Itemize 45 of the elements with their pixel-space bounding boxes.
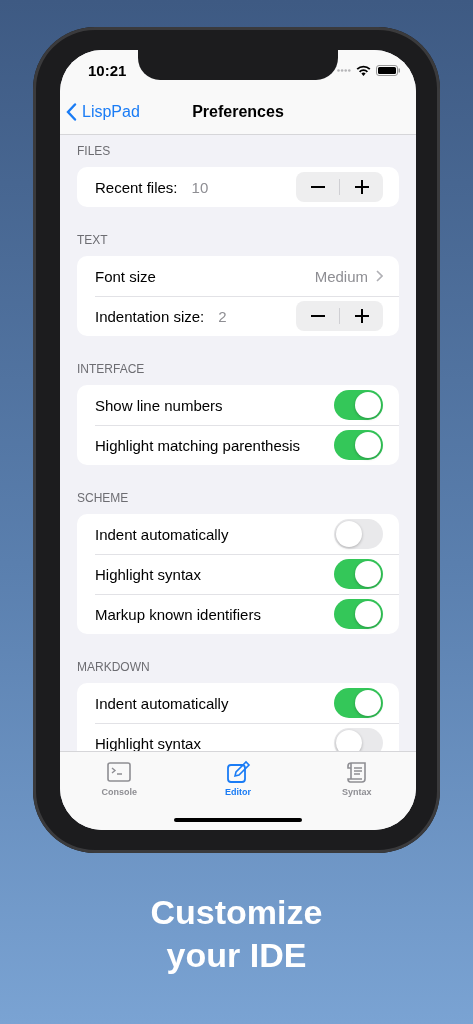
plus-icon — [354, 309, 369, 323]
setting-label: Indentation size: — [95, 307, 205, 325]
nav-title: Preferences — [192, 103, 284, 121]
plus-icon — [354, 180, 369, 194]
minus-icon — [310, 315, 325, 317]
back-button[interactable]: LispPad — [66, 103, 140, 121]
tab-item[interactable]: Editor — [178, 752, 298, 797]
toggle-switch[interactable] — [334, 688, 383, 718]
setting-value: 2 — [218, 307, 227, 325]
wifi-icon — [356, 64, 371, 76]
toggle-switch[interactable] — [334, 430, 383, 460]
toggle-switch[interactable] — [334, 559, 383, 589]
section-header: TEXT — [77, 233, 108, 247]
status-time: 10:21 — [88, 61, 127, 79]
setting-value: Medium — [314, 267, 368, 285]
setting-label: Highlight syntax — [95, 734, 201, 751]
back-chevron-icon — [66, 103, 77, 121]
settings-row[interactable]: Font size Medium — [77, 256, 399, 296]
setting-label: Highlight syntax — [95, 565, 201, 583]
tab-item[interactable]: Syntax — [297, 752, 416, 797]
toggle-switch[interactable] — [334, 599, 383, 629]
terminal-icon — [106, 760, 133, 784]
battery-icon — [376, 64, 400, 76]
chevron-icon — [376, 270, 383, 282]
setting-label: Font size — [95, 267, 156, 285]
signal-icon — [337, 68, 351, 72]
section-header: INTERFACE — [77, 362, 145, 376]
setting-label: Indent automatically — [95, 694, 229, 712]
setting-label: Recent files: — [95, 178, 178, 196]
tab-item[interactable]: Console — [60, 752, 179, 797]
caption-text: Customize — [150, 892, 323, 933]
setting-label: Show line numbers — [95, 396, 223, 414]
caption-text: your IDE — [166, 935, 307, 976]
toggle-switch[interactable] — [334, 519, 383, 549]
section-header: SCHEME — [77, 491, 129, 505]
toggle-switch[interactable] — [334, 728, 383, 751]
setting-value: 10 — [191, 178, 209, 196]
setting-label: Highlight matching parenthesis — [95, 436, 301, 454]
minus-icon — [310, 186, 325, 188]
setting-label: Markup known identifiers — [95, 605, 261, 623]
section-header: MARKDOWN — [77, 660, 150, 674]
compose-icon — [225, 760, 251, 784]
setting-label: Indent automatically — [95, 525, 229, 543]
section-header: FILES — [77, 144, 111, 158]
toggle-switch[interactable] — [334, 390, 383, 420]
